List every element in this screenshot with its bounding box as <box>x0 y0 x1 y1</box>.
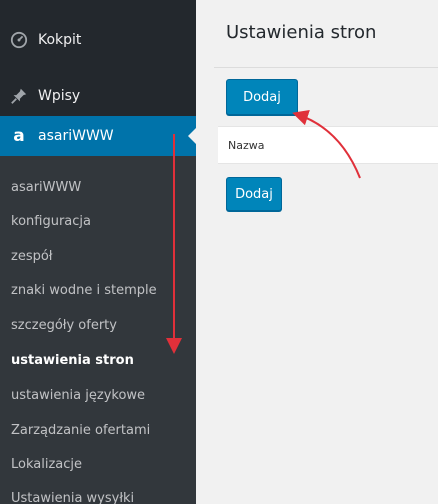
submenu-item-asariwww[interactable]: asariWWW <box>11 180 81 195</box>
menu-item-asariwww[interactable]: a asariWWW <box>0 116 196 156</box>
admin-sidebar: Kokpit Wpisy a asariWWW asariWWW konfigu… <box>0 0 196 504</box>
submenu-item-ustawienia-jezykowe[interactable]: ustawienia językowe <box>11 388 145 403</box>
submenu-item-konfiguracja[interactable]: konfiguracja <box>11 214 91 229</box>
submenu-item-zarzadzanie-ofertami[interactable]: Zarządzanie ofertami <box>11 423 150 438</box>
asari-submenu: asariWWW konfiguracja zespół znaki wodne… <box>0 156 196 504</box>
table-header: Nazwa <box>218 126 438 164</box>
submenu-item-ustawienia-wysylki[interactable]: Ustawienia wysyłki <box>11 491 134 504</box>
menu-item-kokpit[interactable]: Kokpit <box>0 22 196 58</box>
dashboard-icon <box>6 31 32 49</box>
menu-item-wpisy[interactable]: Wpisy <box>0 78 196 114</box>
add-button-bottom[interactable]: Dodaj <box>226 177 282 211</box>
menu-item-label: asariWWW <box>38 128 114 144</box>
pushpin-icon <box>6 87 32 105</box>
submenu-item-ustawienia-stron[interactable]: ustawienia stron <box>11 353 134 368</box>
add-button[interactable]: Dodaj <box>226 79 298 115</box>
menu-item-label: Wpisy <box>38 88 81 104</box>
submenu-item-znaki-wodne[interactable]: znaki wodne i stemple <box>11 283 157 298</box>
menu-item-label: Kokpit <box>38 32 82 48</box>
title-divider <box>214 67 438 68</box>
submenu-item-zespol[interactable]: zespół <box>11 249 53 264</box>
submenu-item-lokalizacje[interactable]: Lokalizacje <box>11 457 82 472</box>
column-header-nazwa[interactable]: Nazwa <box>228 139 264 152</box>
asari-icon: a <box>13 126 25 146</box>
main-content: Ustawienia stron Dodaj Nazwa Dodaj <box>196 0 438 504</box>
wp-admin-screen: Kokpit Wpisy a asariWWW asariWWW konfigu… <box>0 0 438 504</box>
page-title: Ustawienia stron <box>226 22 377 43</box>
submenu-item-szczegoly-oferty[interactable]: szczegóły oferty <box>11 318 117 333</box>
